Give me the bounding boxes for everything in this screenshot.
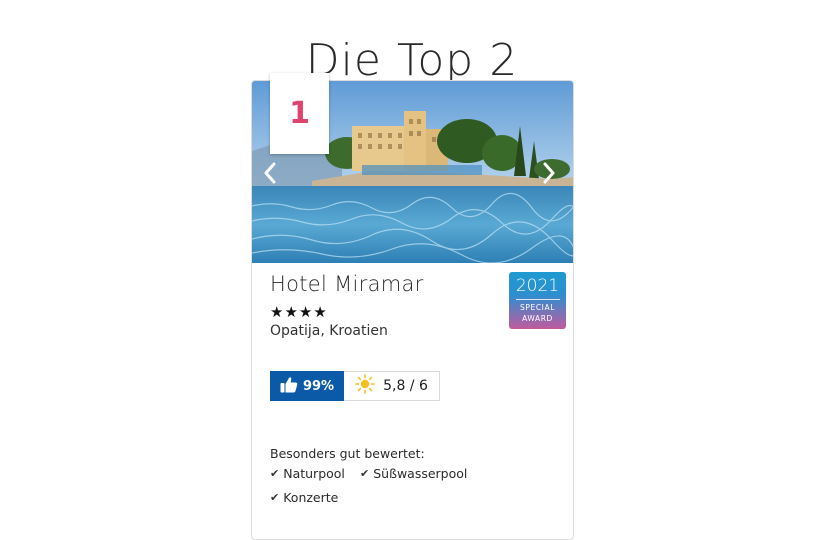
sun-icon	[355, 374, 375, 398]
thumbs-up-icon	[280, 376, 298, 397]
award-year: 2021	[515, 276, 560, 296]
weather-value: 5,8 / 6	[383, 378, 428, 394]
check-icon: ✔	[270, 467, 280, 480]
rank-badge: 1	[270, 73, 329, 154]
feature-label: Süßwasserpool	[373, 466, 468, 481]
award-label-line1: SPECIAL	[520, 303, 555, 312]
features-title: Besonders gut bewertet:	[270, 446, 425, 461]
award-badge: 2021 SPECIAL AWARD	[509, 272, 566, 329]
recommendation-value: 99%	[302, 378, 335, 394]
feature-label: Naturpool	[283, 466, 345, 481]
chevron-right-icon[interactable]	[537, 160, 561, 186]
star-rating: ★★★★	[270, 303, 328, 321]
feature-label: Konzerte	[283, 490, 339, 505]
feature-item: ✔ Naturpool	[270, 466, 345, 481]
weather-rating[interactable]: 5,8 / 6	[344, 371, 440, 401]
recommendation-rating[interactable]: 99%	[270, 371, 344, 401]
check-icon: ✔	[270, 491, 280, 504]
hotel-location: Opatija, Kroatien	[270, 323, 388, 339]
rating-bar: 99% 5,8 / 6	[270, 371, 440, 401]
check-icon: ✔	[360, 467, 370, 480]
feature-item: ✔ Konzerte	[270, 490, 338, 505]
feature-item: ✔ Süßwasserpool	[360, 466, 467, 481]
award-divider	[515, 299, 560, 300]
chevron-left-icon[interactable]	[258, 160, 282, 186]
hotel-name[interactable]: Hotel Miramar	[270, 272, 424, 296]
award-label-line2: AWARD	[522, 314, 553, 323]
